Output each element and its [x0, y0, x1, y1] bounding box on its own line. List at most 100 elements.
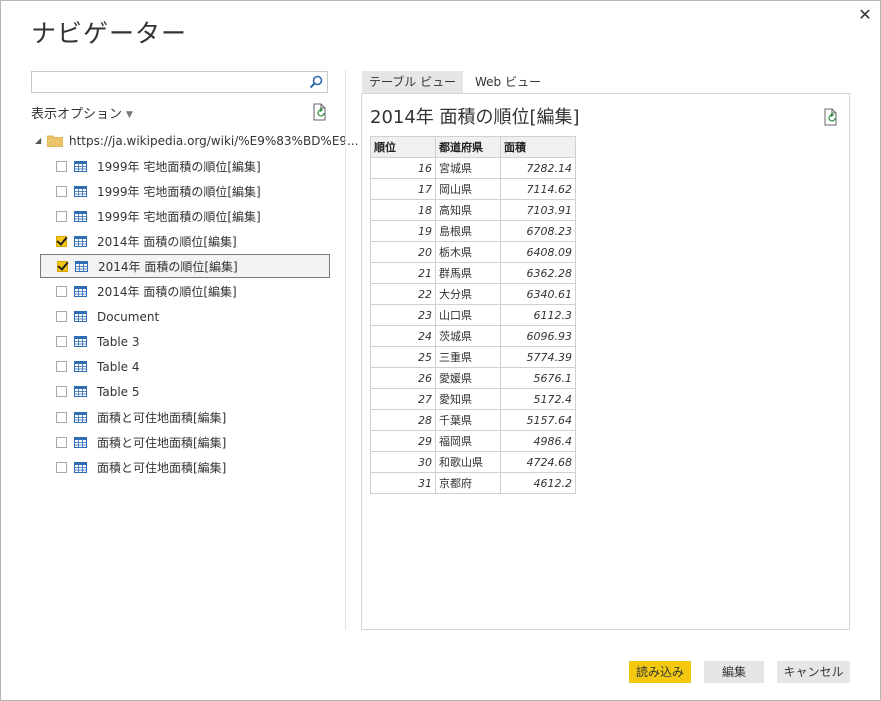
tree-item-label: Document — [97, 309, 160, 324]
tree-item[interactable]: 2014年 面積の順位[編集] — [40, 254, 330, 279]
table-cell: 22 — [370, 283, 436, 305]
table-cell: 16 — [370, 157, 436, 179]
search-input[interactable] — [36, 72, 310, 94]
table-icon — [74, 386, 87, 398]
table-row: 30 和歌山県 4724.68 — [370, 451, 576, 473]
chevron-down-icon: ▼ — [126, 110, 133, 120]
tree-item[interactable]: Table 4 — [40, 355, 330, 379]
table-row: 21 群馬県 6362.28 — [370, 262, 576, 284]
tree-item-label: 1999年 宅地面積の順位[編集] — [97, 184, 261, 199]
tab-table-view[interactable]: テーブル ビュー — [362, 71, 464, 93]
tree-item-label: 2014年 面積の順位[編集] — [97, 234, 237, 249]
expand-arrow-icon[interactable]: ◢ — [35, 136, 45, 145]
column-header[interactable]: 面積 — [500, 136, 576, 158]
tree-item-label: 2014年 面積の順位[編集] — [97, 285, 237, 299]
table-row: 28 千葉県 5157.64 — [370, 409, 576, 431]
tree-item-checkbox[interactable] — [56, 336, 67, 348]
table-cell: 5774.39 — [500, 346, 576, 368]
table-cell: 6112.3 — [500, 304, 576, 326]
table-cell: 大分県 — [435, 283, 501, 305]
tree-item-checkbox[interactable] — [56, 461, 67, 473]
edit-button[interactable]: 編集 — [704, 661, 764, 683]
display-options-dropdown[interactable]: 表示オプション ▼ — [31, 103, 133, 122]
table-cell: 23 — [370, 304, 436, 326]
table-cell: 愛知県 — [435, 388, 501, 410]
tree-item-checkbox[interactable] — [56, 361, 67, 373]
table-row: 20 栃木県 6408.09 — [370, 241, 576, 263]
table-row: 25 三重県 5774.39 — [370, 346, 576, 368]
table-row: 17 岡山県 7114.62 — [370, 178, 576, 200]
tree-item-checkbox[interactable] — [56, 185, 67, 197]
tree-item-checkbox[interactable] — [56, 160, 67, 172]
tree-root-node[interactable]: ◢ https://ja.wikipedia.org/wiki/%E9%83%BD… — [35, 134, 359, 152]
tree-item-checkbox[interactable] — [56, 311, 67, 323]
preview-title: 2014年 面積の順位[編集] — [370, 107, 580, 128]
table-cell: 7103.91 — [500, 199, 576, 221]
tree-item-label: Table 4 — [97, 359, 140, 374]
tree-item[interactable]: 面積と可住地面積[編集] — [40, 455, 330, 479]
table-icon — [74, 235, 87, 247]
table-cell: 愛媛県 — [435, 367, 501, 389]
tree-item-checkbox[interactable] — [56, 436, 67, 448]
table-cell: 5172.4 — [500, 388, 576, 410]
table-row: 23 山口県 6112.3 — [370, 304, 576, 326]
tree-item[interactable]: 1999年 宅地面積の順位[編集] — [40, 154, 330, 178]
tree-item-checkbox[interactable] — [56, 235, 67, 247]
tree-item[interactable]: 2014年 面積の順位[編集] — [40, 229, 330, 253]
tree-item[interactable]: 2014年 面積の順位[編集] — [40, 280, 330, 304]
display-options-label: 表示オプション — [31, 107, 123, 122]
refresh-icon[interactable] — [823, 108, 839, 126]
table-cell: 27 — [370, 388, 436, 410]
tree-item-label: 1999年 宅地面積の順位[編集] — [97, 159, 261, 174]
tree-item[interactable]: 面積と可住地面積[編集] — [40, 405, 330, 429]
table-cell: 千葉県 — [435, 409, 501, 431]
column-header[interactable]: 順位 — [370, 136, 436, 158]
tree-item[interactable]: 1999年 宅地面積の順位[編集] — [40, 179, 330, 203]
table-cell: 4724.68 — [500, 451, 576, 473]
preview-table: 順位 都道府県 面積 16 宮城県 7282.14 17 岡山県 7114.62 18 高知県… — [370, 136, 576, 494]
table-cell: 島根県 — [435, 220, 501, 242]
table-cell: 茨城県 — [435, 325, 501, 347]
table-row: 18 高知県 7103.91 — [370, 199, 576, 221]
table-cell: 4986.4 — [500, 430, 576, 452]
tree-item[interactable]: 1999年 宅地面積の順位[編集] — [40, 204, 330, 228]
table-icon — [74, 311, 87, 323]
cancel-button[interactable]: キャンセル — [777, 661, 850, 683]
close-icon[interactable]: ✕ — [856, 5, 874, 24]
tree-item-label: Table 5 — [97, 384, 140, 399]
tree-item-label: 2014年 面積の順位[編集] — [98, 259, 238, 274]
tree-item-checkbox[interactable] — [56, 286, 67, 297]
tree-item[interactable]: Table 5 — [40, 380, 330, 404]
tree-item[interactable]: Document — [40, 305, 330, 329]
load-button[interactable]: 読み込み — [629, 661, 691, 683]
table-cell: 30 — [370, 451, 436, 473]
tree-item-label: 1999年 宅地面積の順位[編集] — [97, 209, 261, 224]
table-cell: 岡山県 — [435, 178, 501, 200]
table-cell: 6408.09 — [500, 241, 576, 263]
tree-item-label: 面積と可住地面積[編集] — [97, 410, 227, 425]
table-row: 26 愛媛県 5676.1 — [370, 367, 576, 389]
tree-item-checkbox[interactable] — [56, 210, 67, 222]
table-row: 29 福岡県 4986.4 — [370, 430, 576, 452]
tree-item[interactable]: Table 3 — [40, 330, 330, 354]
tree-item[interactable]: 面積と可住地面積[編集] — [40, 430, 330, 454]
table-icon — [74, 411, 87, 423]
table-cell: 高知県 — [435, 199, 501, 221]
tab-web-view[interactable]: Web ビュー — [468, 71, 548, 93]
tree-item-checkbox[interactable] — [56, 386, 67, 398]
table-icon — [74, 185, 87, 197]
table-icon — [75, 260, 88, 272]
column-header[interactable]: 都道府県 — [435, 136, 501, 158]
tree-item-checkbox[interactable] — [57, 260, 68, 272]
table-row: 19 島根県 6708.23 — [370, 220, 576, 242]
table-cell: 宮城県 — [435, 157, 501, 179]
table-header-row: 順位 都道府県 面積 — [370, 136, 576, 158]
tree-item-label: 面積と可住地面積[編集] — [97, 460, 227, 475]
table-cell: 29 — [370, 430, 436, 452]
search-icon[interactable] — [309, 75, 323, 89]
table-icon — [74, 210, 87, 222]
table-row: 22 大分県 6340.61 — [370, 283, 576, 305]
tree-item-checkbox[interactable] — [56, 411, 67, 423]
refresh-icon[interactable] — [312, 103, 328, 121]
table-icon — [74, 336, 87, 348]
